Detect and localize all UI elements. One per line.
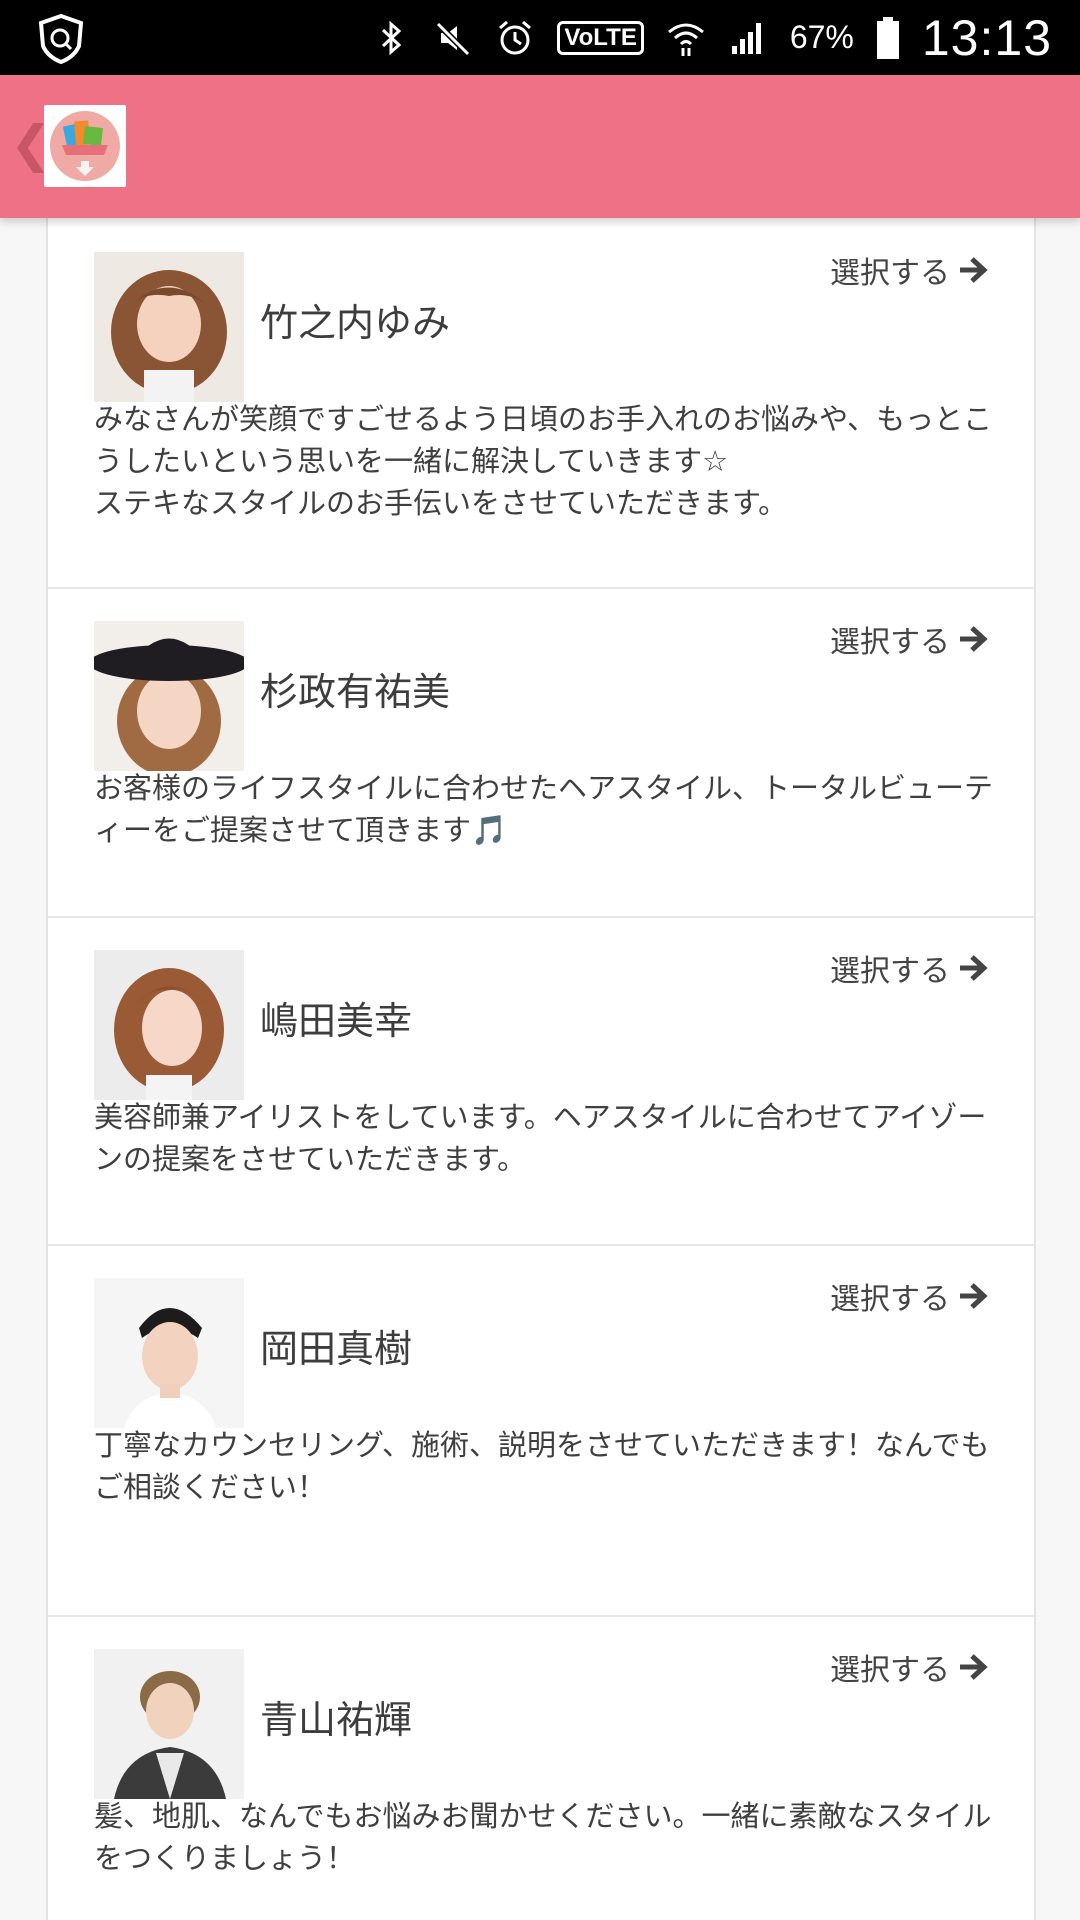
staff-description: みなさんが笑顔ですごせるよう日頃のお手入れのお悩みや、もっとこうしたいという思い… [94,402,993,520]
select-label: 選択する [830,256,950,291]
avatar [94,252,244,402]
staff-list: 竹之内ゆみ 選択する みなさんが笑顔ですごせるよう日頃のお手入れのお悩みや、もっ… [46,218,1036,1920]
clock: 13:13 [921,9,1052,66]
staff-description: 丁寧なカウンセリング、施術、説明をさせていただきます！なんでもご相談ください！ [94,1428,990,1504]
select-button[interactable]: 選択する [830,617,988,661]
signal-icon [731,22,761,54]
staff-card[interactable]: 竹之内ゆみ 選択する みなさんが笑顔ですごせるよう日頃のお手入れのお悩みや、もっ… [48,218,1034,589]
staff-card[interactable]: 岡田真樹 選択する 丁寧なカウンセリング、施術、説明をさせていただきます！なんで… [48,1244,1034,1617]
avatar [94,1649,244,1799]
staff-name: 杉政有祐美 [260,670,451,714]
arrow-right-icon [960,1283,988,1309]
select-button[interactable]: 選択する [830,1274,988,1318]
mute-icon [436,21,471,56]
select-label: 選択する [830,1282,950,1317]
staff-description: お客様のライフスタイルに合わせたヘアスタイル、トータルビューティーをご提案させて… [94,771,994,847]
shield-icon [38,13,84,65]
avatar [94,621,244,771]
staff-description: 髪、地肌、なんでもお悩みお聞かせください。一緒に素敵なスタイルをつくりましょう！ [94,1799,992,1875]
arrow-right-icon [960,955,988,981]
staff-card[interactable]: 青山祐輝 選択する 髪、地肌、なんでもお悩みお聞かせください。一緒に素敵なスタイ… [48,1615,1034,1920]
bluetooth-icon [382,20,402,55]
select-label: 選択する [830,954,950,989]
staff-name: 嶋田美幸 [260,999,413,1043]
staff-description: 美容師兼アイリストをしています。ヘアスタイルに合わせてアイゾーンの提案をさせてい… [94,1100,987,1176]
avatar [94,950,244,1100]
app-logo-icon[interactable] [44,105,126,187]
battery-percent: 67% [789,19,854,55]
status-bar: VoLTE 67% 13:13 [0,0,1080,75]
arrow-right-icon [960,1654,988,1680]
select-label: 選択する [830,1653,950,1688]
select-label: 選択する [830,625,950,660]
staff-card[interactable]: 嶋田美幸 選択する 美容師兼アイリストをしています。ヘアスタイルに合わせてアイゾ… [48,916,1034,1246]
staff-name: 竹之内ゆみ [260,301,451,345]
wifi-icon [667,23,704,56]
select-button[interactable]: 選択する [830,1645,988,1689]
alarm-icon [499,20,532,54]
avatar [94,1278,244,1428]
battery-icon [876,16,899,59]
staff-card[interactable]: 杉政有祐美 選択する お客様のライフスタイルに合わせたヘアスタイル、トータルビュ… [48,587,1034,918]
app-bar: ❮ [0,75,1080,218]
volte-indicator: VoLTE [557,20,644,55]
select-button[interactable]: 選択する [830,248,988,292]
staff-name: 岡田真樹 [260,1327,413,1371]
select-button[interactable]: 選択する [830,946,988,990]
staff-name: 青山祐輝 [260,1698,413,1742]
arrow-right-icon [960,257,988,283]
arrow-right-icon [960,626,988,652]
